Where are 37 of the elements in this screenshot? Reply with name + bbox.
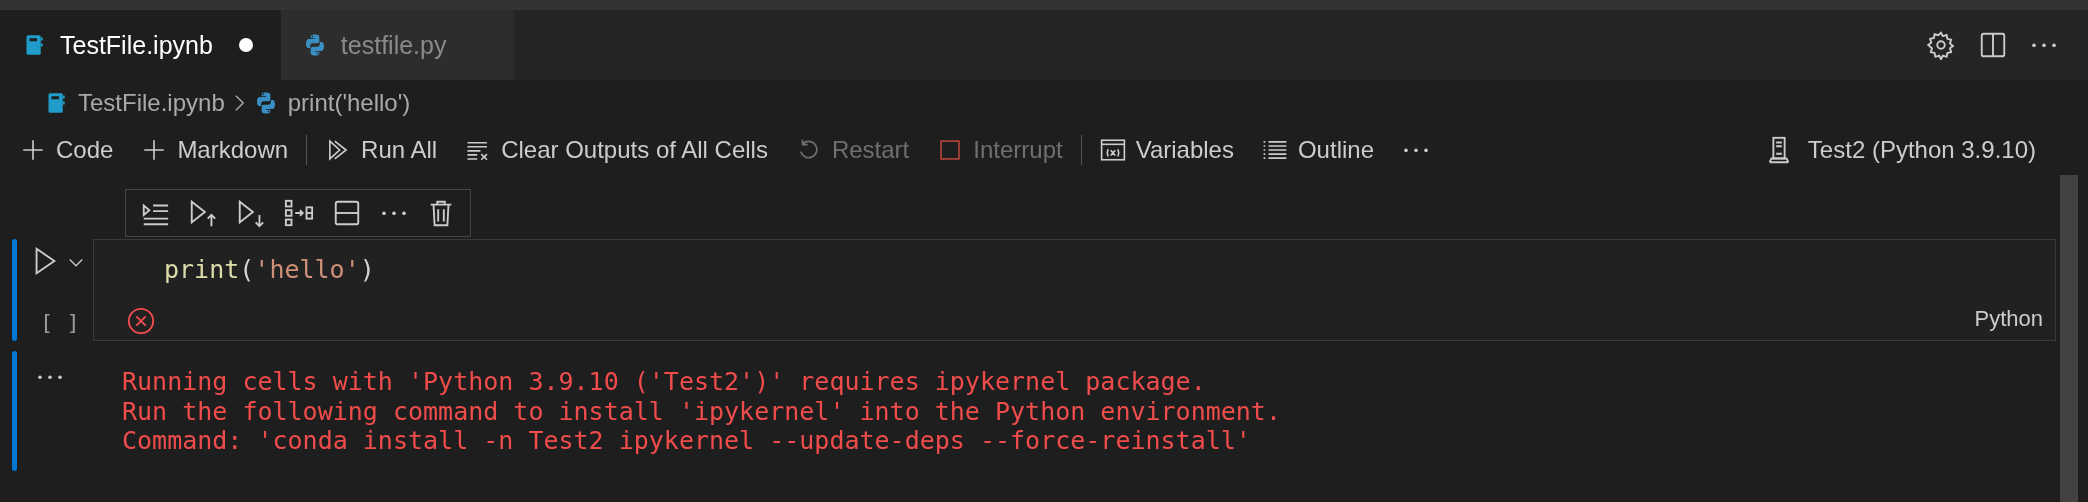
run-down-icon bbox=[236, 198, 266, 228]
toolbar-button[interactable]: Markdown bbox=[141, 136, 289, 164]
breadcrumb-item[interactable]: print('hello') bbox=[253, 88, 411, 117]
run-up-icon bbox=[188, 198, 218, 228]
toolbar-button[interactable]: Code bbox=[20, 136, 114, 164]
tab-label: testfile.py bbox=[340, 30, 447, 60]
split-editor-icon bbox=[1978, 30, 2008, 60]
plus-icon bbox=[20, 137, 46, 163]
run-above-button[interactable] bbox=[188, 198, 218, 228]
tab-label: TestFile.ipynb bbox=[60, 30, 213, 60]
kernel-picker[interactable]: Test2 (Python 3.9.10) bbox=[1757, 134, 2042, 166]
variables-icon bbox=[1099, 137, 1126, 163]
language-label[interactable]: Python bbox=[1974, 306, 2043, 332]
editor-tab[interactable]: TestFile.ipynb bbox=[0, 10, 281, 80]
execution-count: [ ] bbox=[40, 310, 80, 335]
more-icon bbox=[382, 210, 406, 216]
settings-button[interactable] bbox=[1926, 30, 1956, 60]
editor-tab[interactable]: testfile.py bbox=[280, 10, 515, 80]
code-editor[interactable]: print('hello') Python bbox=[93, 239, 2056, 341]
split-editor-button[interactable] bbox=[1978, 30, 2008, 60]
toolbar-button[interactable]: Run All bbox=[325, 136, 438, 164]
toolbar-button[interactable]: Clear Outputs of All Cells bbox=[465, 136, 768, 164]
more-icon bbox=[1404, 147, 1428, 153]
more-icon bbox=[38, 375, 62, 380]
chevron-right-icon bbox=[234, 94, 244, 111]
toolbar-button[interactable]: Variables bbox=[1099, 136, 1234, 164]
run-below-button[interactable] bbox=[236, 198, 266, 228]
error-output-line: Command: 'conda install -n Test2 ipykernel --update-deps --force-reinstall' bbox=[122, 426, 1252, 456]
settings-icon bbox=[1926, 30, 1956, 60]
error-icon bbox=[126, 306, 156, 336]
toolbar-button[interactable]: Outline bbox=[1261, 136, 1374, 164]
error-output-line: Running cells with 'Python 3.9.10 ('Test2')' requires ipykernel package. bbox=[122, 367, 1207, 397]
more-icon bbox=[2032, 42, 2056, 48]
error-output-line: Run the following command to install 'ipykernel' into the Python environment. bbox=[122, 396, 1281, 426]
code-line: print('hello') bbox=[164, 255, 375, 284]
breadcrumb-item[interactable]: TestFile.ipynb bbox=[44, 88, 225, 117]
scrollbar[interactable] bbox=[2060, 175, 2078, 502]
